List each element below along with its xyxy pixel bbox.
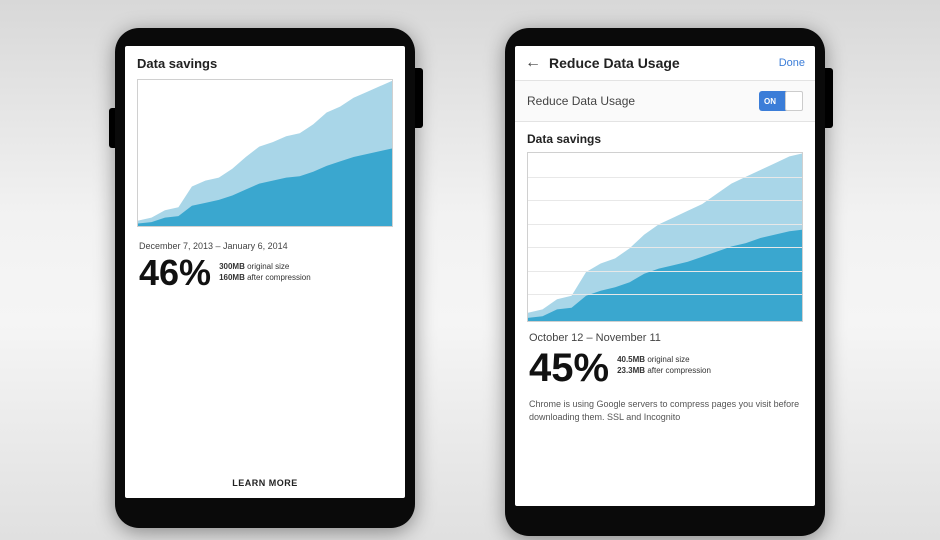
header-bar: ← Reduce Data Usage Done (515, 46, 815, 81)
toggle-label: Reduce Data Usage (527, 94, 635, 108)
original-size-label: original size (247, 262, 289, 271)
savings-percent: 46% (139, 255, 211, 291)
savings-percent: 45% (529, 348, 609, 388)
date-range: October 12 – November 11 (529, 332, 801, 344)
phone-frame: Data savings December 7, 2013 – January … (115, 28, 415, 528)
description-text: Chrome is using Google servers to compre… (515, 388, 815, 423)
section-label: Data savings (515, 122, 815, 152)
done-button[interactable]: Done (779, 57, 805, 69)
grid-line (528, 224, 802, 225)
phone-button (415, 68, 423, 128)
grid-line (528, 247, 802, 248)
data-savings-chart (137, 79, 393, 227)
back-arrow-icon[interactable]: ← (525, 54, 541, 72)
grid-line (528, 177, 802, 178)
page-title: Data savings (125, 46, 405, 79)
screen-left: Data savings December 7, 2013 – January … (125, 46, 405, 498)
after-compression-value: 160MB (219, 273, 245, 282)
grid-line (528, 200, 802, 201)
phone-left: Data savings December 7, 2013 – January … (115, 28, 415, 536)
phone-button (825, 68, 833, 128)
chart-summary: December 7, 2013 – January 6, 2014 46% 3… (125, 227, 405, 291)
phone-right: ← Reduce Data Usage Done Reduce Data Usa… (505, 28, 825, 536)
chart-svg (528, 153, 803, 322)
original-size-label: original size (647, 355, 689, 364)
after-compression-label: after compression (247, 273, 311, 282)
toggle-on-text: ON (759, 97, 776, 106)
reduce-data-usage-row[interactable]: Reduce Data Usage ON (515, 81, 815, 122)
date-range: December 7, 2013 – January 6, 2014 (139, 241, 391, 251)
data-savings-chart (527, 152, 803, 322)
original-size-value: 300MB (219, 262, 245, 271)
after-compression-value: 23.3MB (617, 366, 645, 375)
grid-line (528, 271, 802, 272)
savings-breakdown: 300MB original size 160MB after compress… (219, 255, 311, 283)
chart-svg (138, 80, 393, 227)
phone-frame: ← Reduce Data Usage Done Reduce Data Usa… (505, 28, 825, 536)
screen-right: ← Reduce Data Usage Done Reduce Data Usa… (515, 46, 815, 506)
original-size-value: 40.5MB (617, 355, 645, 364)
after-compression-label: after compression (647, 366, 711, 375)
grid-line (528, 294, 802, 295)
chart-summary: October 12 – November 11 45% 40.5MB orig… (515, 322, 815, 388)
reduce-data-toggle[interactable]: ON (759, 91, 803, 111)
savings-breakdown: 40.5MB original size 23.3MB after compre… (617, 348, 711, 376)
toggle-knob (785, 91, 803, 111)
learn-more-button[interactable]: LEARN MORE (125, 478, 405, 488)
page-title: Reduce Data Usage (549, 55, 771, 71)
